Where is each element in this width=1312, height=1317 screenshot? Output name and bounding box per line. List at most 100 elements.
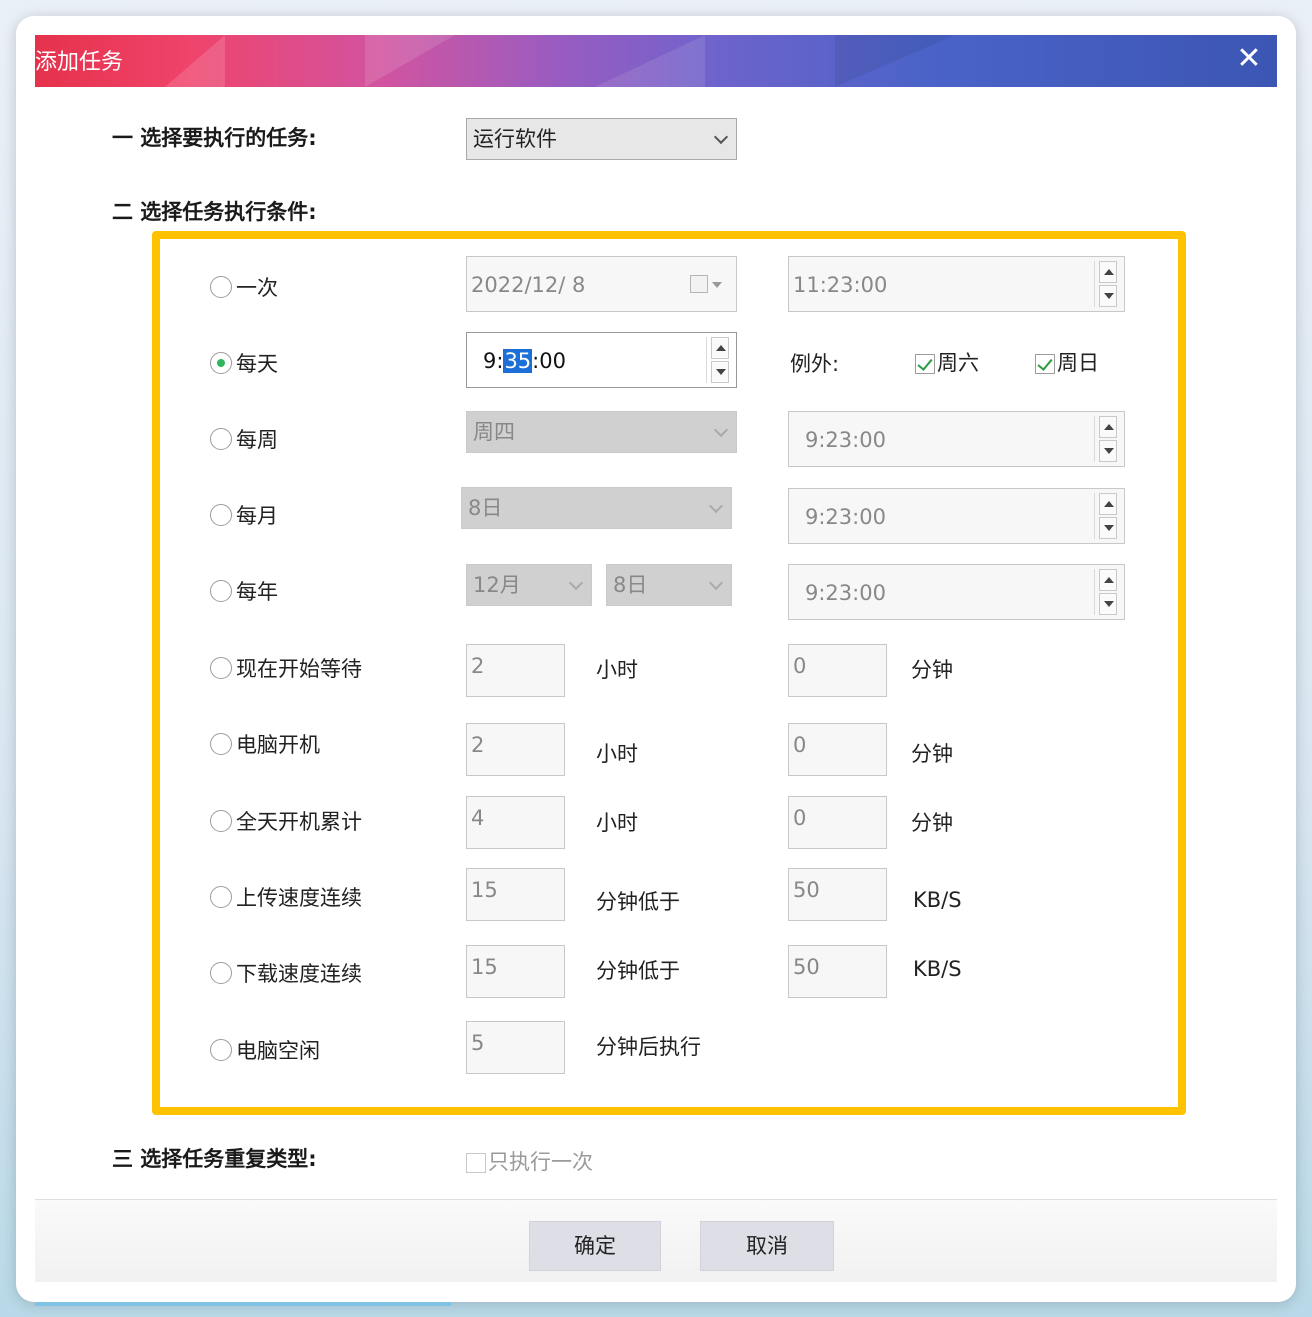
uptime-minutes-input[interactable]: 0 bbox=[788, 796, 887, 849]
boot-minutes-unit: 分钟 bbox=[911, 742, 953, 766]
once-date-picker[interactable]: 2022/12/ 8 bbox=[466, 256, 737, 312]
boot-hours-unit: 小时 bbox=[596, 742, 638, 766]
uptime-hours-input[interactable]: 4 bbox=[466, 796, 565, 849]
radio-weekly[interactable]: 每周 bbox=[210, 424, 278, 454]
monthly-time-spinner[interactable] bbox=[1094, 493, 1120, 539]
spin-up-icon[interactable] bbox=[1099, 493, 1117, 515]
spin-down-icon[interactable] bbox=[1099, 440, 1117, 462]
yearly-day-value: 8日 bbox=[613, 573, 648, 597]
radio-download-speed[interactable]: 下载速度连续 bbox=[210, 958, 362, 988]
monthly-day-select[interactable]: 8日 bbox=[461, 487, 732, 529]
radio-monthly-label: 每月 bbox=[236, 504, 278, 528]
radio-circle-icon[interactable] bbox=[210, 1039, 232, 1061]
weekly-time-field[interactable]: 9:23:00 bbox=[788, 411, 1125, 467]
wait-now-hours-input[interactable]: 2 bbox=[466, 644, 565, 697]
once-time-spinner[interactable] bbox=[1094, 261, 1120, 307]
yearly-time-field[interactable]: 9:23:00 bbox=[788, 564, 1125, 620]
upload-speed-input[interactable]: 50 bbox=[788, 868, 887, 921]
spin-down-icon[interactable] bbox=[1099, 593, 1117, 615]
upload-minutes-value: 15 bbox=[471, 878, 498, 902]
yearly-day-select[interactable]: 8日 bbox=[606, 564, 732, 606]
radio-download-speed-label: 下载速度连续 bbox=[236, 962, 362, 986]
task-select[interactable]: 运行软件 bbox=[466, 118, 737, 160]
sunday-label: 周日 bbox=[1057, 351, 1099, 375]
monthly-time-field[interactable]: 9:23:00 bbox=[788, 488, 1125, 544]
section-condition-label: 二 选择任务执行条件: bbox=[112, 200, 317, 224]
boot-hours-input[interactable]: 2 bbox=[466, 723, 565, 776]
upload-minutes-input[interactable]: 15 bbox=[466, 868, 565, 921]
checkbox-checked-icon[interactable] bbox=[915, 354, 935, 374]
radio-upload-speed[interactable]: 上传速度连续 bbox=[210, 882, 362, 912]
daily-time-suffix: :00 bbox=[532, 349, 566, 373]
spin-up-icon[interactable] bbox=[1099, 569, 1117, 591]
yearly-month-select[interactable]: 12月 bbox=[466, 564, 592, 606]
close-icon[interactable]: ✕ bbox=[1233, 44, 1265, 76]
spin-up-icon[interactable] bbox=[1099, 261, 1117, 283]
checkbox-saturday[interactable]: 周六 bbox=[915, 347, 979, 377]
daily-time-spinner[interactable] bbox=[706, 337, 732, 383]
radio-circle-icon[interactable] bbox=[210, 733, 232, 755]
radio-daily-label: 每天 bbox=[236, 352, 278, 376]
wait-now-minutes-input[interactable]: 0 bbox=[788, 644, 887, 697]
ok-button[interactable]: 确定 bbox=[529, 1221, 661, 1271]
radio-wait-now-label: 现在开始等待 bbox=[236, 657, 362, 681]
taskbar-accent bbox=[35, 1302, 451, 1306]
checkbox-icon[interactable] bbox=[466, 1153, 486, 1173]
radio-once[interactable]: 一次 bbox=[210, 272, 278, 302]
radio-circle-icon[interactable] bbox=[210, 276, 232, 298]
radio-idle[interactable]: 电脑空闲 bbox=[210, 1035, 320, 1065]
yearly-time-value: 9:23:00 bbox=[805, 581, 886, 605]
idle-minutes-input[interactable]: 5 bbox=[466, 1021, 565, 1074]
download-minutes-input[interactable]: 15 bbox=[466, 945, 565, 998]
radio-yearly[interactable]: 每年 bbox=[210, 576, 278, 606]
boot-minutes-input[interactable]: 0 bbox=[788, 723, 887, 776]
chevron-down-icon[interactable] bbox=[712, 282, 722, 288]
download-minutes-value: 15 bbox=[471, 955, 498, 979]
radio-circle-icon[interactable] bbox=[210, 504, 232, 526]
spin-up-icon[interactable] bbox=[1099, 416, 1117, 438]
yearly-time-spinner[interactable] bbox=[1094, 569, 1120, 615]
radio-selected-icon[interactable] bbox=[210, 352, 232, 374]
radio-uptime-total[interactable]: 全天开机累计 bbox=[210, 806, 362, 836]
radio-circle-icon[interactable] bbox=[210, 886, 232, 908]
spin-up-icon[interactable] bbox=[711, 337, 729, 359]
checkbox-checked-icon[interactable] bbox=[1035, 354, 1055, 374]
radio-circle-icon[interactable] bbox=[210, 657, 232, 679]
radio-wait-now[interactable]: 现在开始等待 bbox=[210, 653, 362, 683]
calendar-icon[interactable] bbox=[690, 275, 708, 293]
daily-time-field[interactable]: 9:35:00 bbox=[466, 332, 737, 388]
radio-circle-icon[interactable] bbox=[210, 810, 232, 832]
radio-circle-icon[interactable] bbox=[210, 580, 232, 602]
uptime-minutes-unit: 分钟 bbox=[911, 811, 953, 835]
chevron-down-icon bbox=[713, 129, 729, 145]
weekly-time-value: 9:23:00 bbox=[805, 428, 886, 452]
dialog-title: 添加任务 bbox=[35, 50, 124, 75]
once-time-field[interactable]: 11:23:00 bbox=[788, 256, 1125, 312]
radio-once-label: 一次 bbox=[236, 276, 278, 300]
chevron-down-icon bbox=[568, 575, 584, 591]
download-speed-unit: KB/S bbox=[913, 957, 962, 981]
only-once-checkbox[interactable]: 只执行一次 bbox=[466, 1146, 593, 1176]
weekly-day-value: 周四 bbox=[473, 420, 515, 444]
radio-circle-icon[interactable] bbox=[210, 428, 232, 450]
cancel-button[interactable]: 取消 bbox=[700, 1221, 834, 1271]
spin-down-icon[interactable] bbox=[1099, 285, 1117, 307]
download-speed-value: 50 bbox=[793, 955, 820, 979]
radio-daily[interactable]: 每天 bbox=[210, 348, 278, 378]
weekly-time-spinner[interactable] bbox=[1094, 416, 1120, 462]
wait-now-minutes-value: 0 bbox=[793, 654, 807, 678]
radio-uptime-total-label: 全天开机累计 bbox=[236, 810, 362, 834]
radio-monthly[interactable]: 每月 bbox=[210, 500, 278, 530]
spin-down-icon[interactable] bbox=[711, 361, 729, 383]
wait-now-minutes-unit: 分钟 bbox=[911, 658, 953, 682]
daily-time-selected[interactable]: 35 bbox=[503, 349, 533, 373]
weekly-day-select[interactable]: 周四 bbox=[466, 411, 737, 453]
radio-circle-icon[interactable] bbox=[210, 962, 232, 984]
radio-boot[interactable]: 电脑开机 bbox=[210, 729, 320, 759]
download-speed-input[interactable]: 50 bbox=[788, 945, 887, 998]
boot-hours-value: 2 bbox=[471, 733, 485, 757]
wait-now-hours-value: 2 bbox=[471, 654, 485, 678]
spin-down-icon[interactable] bbox=[1099, 517, 1117, 539]
section-task-label: 一 选择要执行的任务: bbox=[112, 126, 317, 150]
checkbox-sunday[interactable]: 周日 bbox=[1035, 347, 1099, 377]
